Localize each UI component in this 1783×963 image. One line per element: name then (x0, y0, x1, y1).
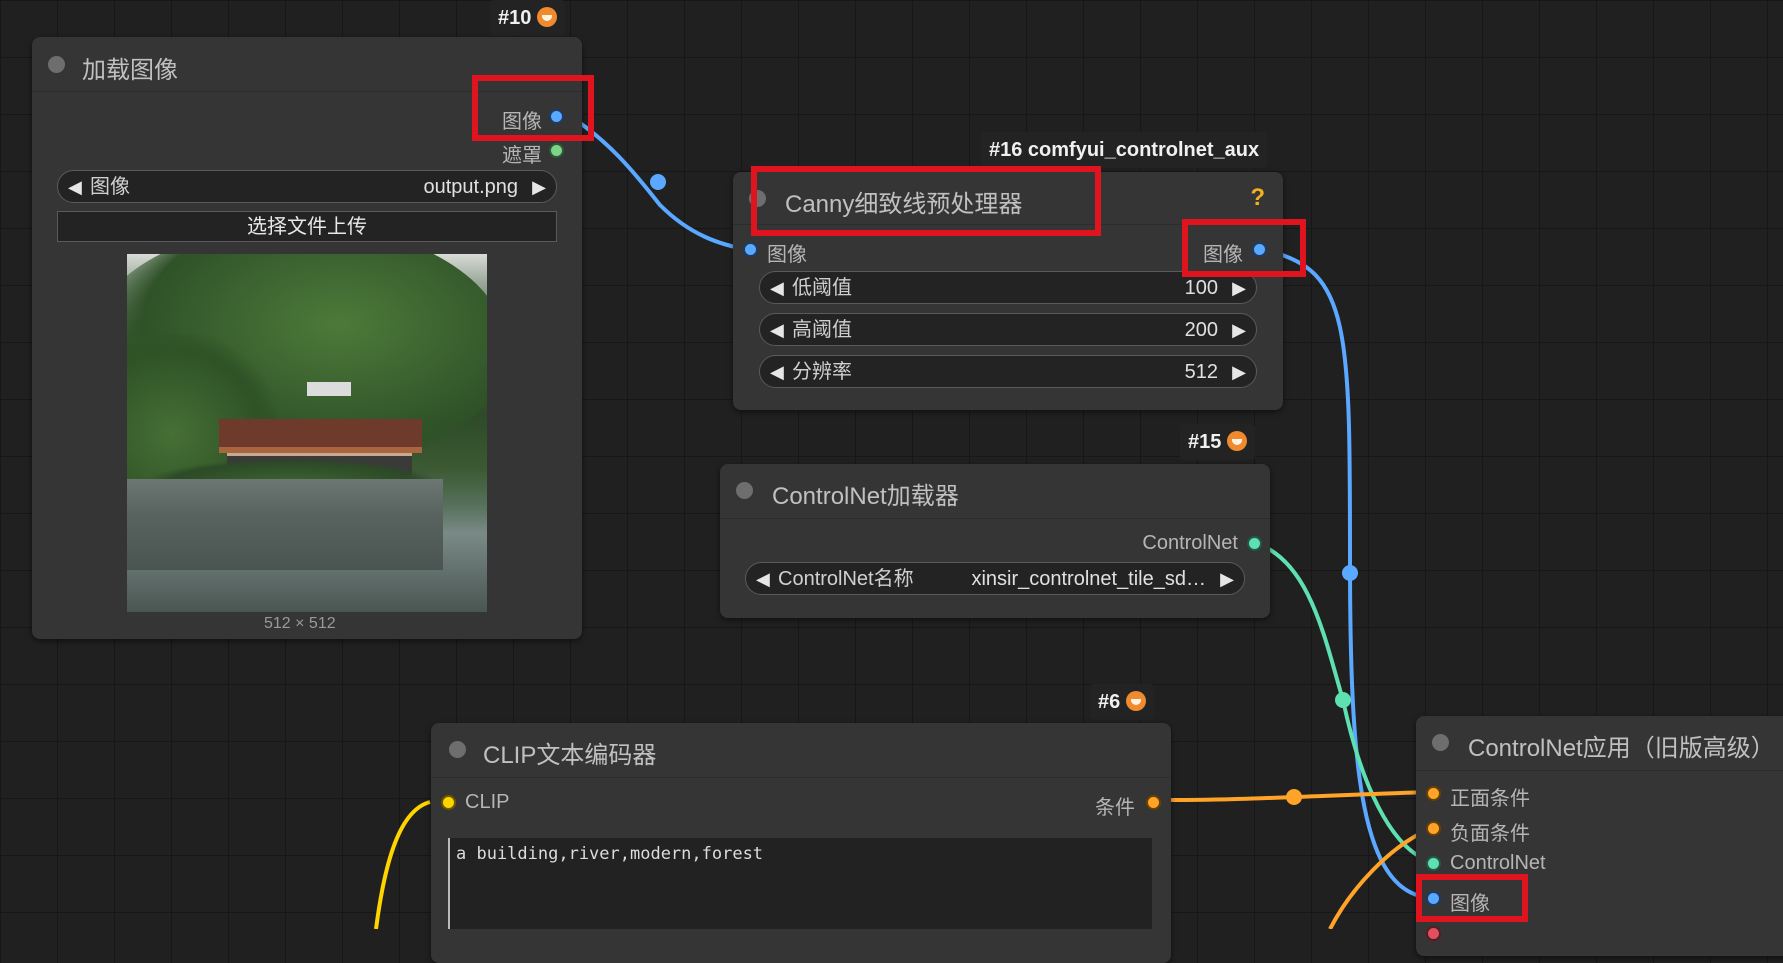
link-clip-to-apply (1169, 790, 1433, 802)
arrow-left-icon[interactable]: ◀ (68, 171, 82, 204)
link-reroute-dot (650, 174, 666, 190)
node-title: ControlNet加载器 (772, 483, 959, 510)
fox-icon (1126, 691, 1147, 711)
link-controlnet-to-apply (1254, 541, 1433, 864)
widget-value: 512 (1184, 361, 1218, 383)
fox-icon (537, 7, 558, 27)
output-label-conditioning: 条件 (1095, 797, 1135, 819)
input-label-positive: 正面条件 (1450, 788, 1530, 810)
arrow-left-icon[interactable]: ◀ (756, 563, 770, 596)
high-threshold-widget[interactable]: ◀ 高阈值 200 ▶ (759, 313, 1257, 346)
input-slot-partial[interactable] (1426, 926, 1441, 941)
controlnet-loader-node[interactable]: ControlNet加载器 ControlNet ◀ ControlNet名称 … (720, 464, 1270, 618)
widget-label: 图像 (90, 176, 130, 198)
widget-value: output.png (423, 176, 518, 198)
collapse-dot-icon[interactable] (449, 741, 466, 758)
image-dimensions: 512 × 512 (264, 615, 336, 632)
link-reroute-dot (1286, 789, 1302, 805)
node-badge: #15 (1180, 424, 1256, 460)
link-reroute-dot (1342, 565, 1358, 581)
output-label-mask: 遮罩 (502, 145, 542, 167)
output-label-controlnet: ControlNet (1142, 532, 1238, 554)
arrow-right-icon[interactable]: ▶ (1220, 563, 1234, 596)
highlight-box (751, 166, 1101, 236)
help-icon[interactable]: ? (1250, 184, 1265, 212)
upload-button[interactable]: 选择文件上传 (57, 211, 557, 242)
graph-canvas[interactable]: #10 加载图像 图像 遮罩 ◀ 图像 output.png ▶ 选择文件上传 … (0, 0, 1783, 963)
input-slot-controlnet[interactable] (1426, 856, 1441, 871)
controlnet-name-widget[interactable]: ◀ ControlNet名称 xinsir_controlnet_tile_sd… (745, 562, 1245, 595)
input-label-image: 图像 (767, 244, 807, 266)
image-preview (127, 254, 487, 612)
widget-label: ControlNet名称 (778, 568, 914, 590)
node-id: #6 (1098, 691, 1121, 713)
output-slot-mask[interactable] (549, 143, 564, 158)
collapse-dot-icon[interactable] (48, 56, 65, 73)
highlight-box (1182, 219, 1306, 277)
input-label-controlnet: ControlNet (1450, 852, 1546, 874)
node-header[interactable]: ControlNet加载器 (720, 464, 1270, 519)
node-title: 加载图像 (82, 57, 178, 84)
node-badge: #10 (490, 0, 566, 36)
input-slot-positive[interactable] (1426, 786, 1441, 801)
arrow-left-icon[interactable]: ◀ (770, 314, 784, 347)
widget-value: xinsir_controlnet_tile_sd… (971, 568, 1206, 590)
arrow-right-icon[interactable]: ▶ (1232, 356, 1246, 389)
node-id: #15 (1188, 431, 1222, 453)
arrow-left-icon[interactable]: ◀ (770, 272, 784, 305)
link-reroute-dot (1335, 692, 1351, 708)
link-clip-incoming (374, 800, 431, 929)
widget-label: 高阈值 (792, 319, 852, 341)
fox-icon (1227, 431, 1248, 451)
input-slot-negative[interactable] (1426, 821, 1441, 836)
link-canny-to-apply (1267, 249, 1421, 898)
output-slot-controlnet[interactable] (1247, 536, 1262, 551)
prompt-textarea[interactable]: a building,river,modern,forest (448, 838, 1152, 929)
widget-value: 200 (1184, 319, 1218, 341)
image-selector-widget[interactable]: ◀ 图像 output.png ▶ (57, 170, 557, 203)
node-header[interactable]: ControlNet应用（旧版高级） (1416, 716, 1783, 771)
input-label-clip: CLIP (465, 791, 510, 813)
highlight-box (472, 75, 594, 141)
node-title: ControlNet应用（旧版高级） (1468, 735, 1775, 762)
node-id: #10 (498, 7, 532, 29)
output-slot-conditioning[interactable] (1146, 795, 1161, 810)
node-title: CLIP文本编码器 (483, 742, 657, 769)
resolution-widget[interactable]: ◀ 分辨率 512 ▶ (759, 355, 1257, 388)
arrow-right-icon[interactable]: ▶ (1232, 314, 1246, 347)
node-badge: #6 (1090, 684, 1155, 720)
arrow-left-icon[interactable]: ◀ (770, 356, 784, 389)
arrow-right-icon[interactable]: ▶ (532, 171, 546, 204)
collapse-dot-icon[interactable] (736, 482, 753, 499)
widget-label: 分辨率 (792, 361, 852, 383)
widget-label: 低阈值 (792, 277, 852, 299)
clip-text-encoder-node[interactable]: CLIP文本编码器 CLIP 条件 a building,river,moder… (431, 723, 1171, 963)
node-header[interactable]: CLIP文本编码器 (431, 723, 1171, 778)
node-badge: #16 comfyui_controlnet_aux (981, 132, 1268, 168)
input-slot-clip[interactable] (441, 795, 456, 810)
highlight-box (1416, 874, 1528, 922)
input-slot-image[interactable] (743, 242, 758, 257)
collapse-dot-icon[interactable] (1432, 734, 1449, 751)
input-label-negative: 负面条件 (1450, 823, 1530, 845)
